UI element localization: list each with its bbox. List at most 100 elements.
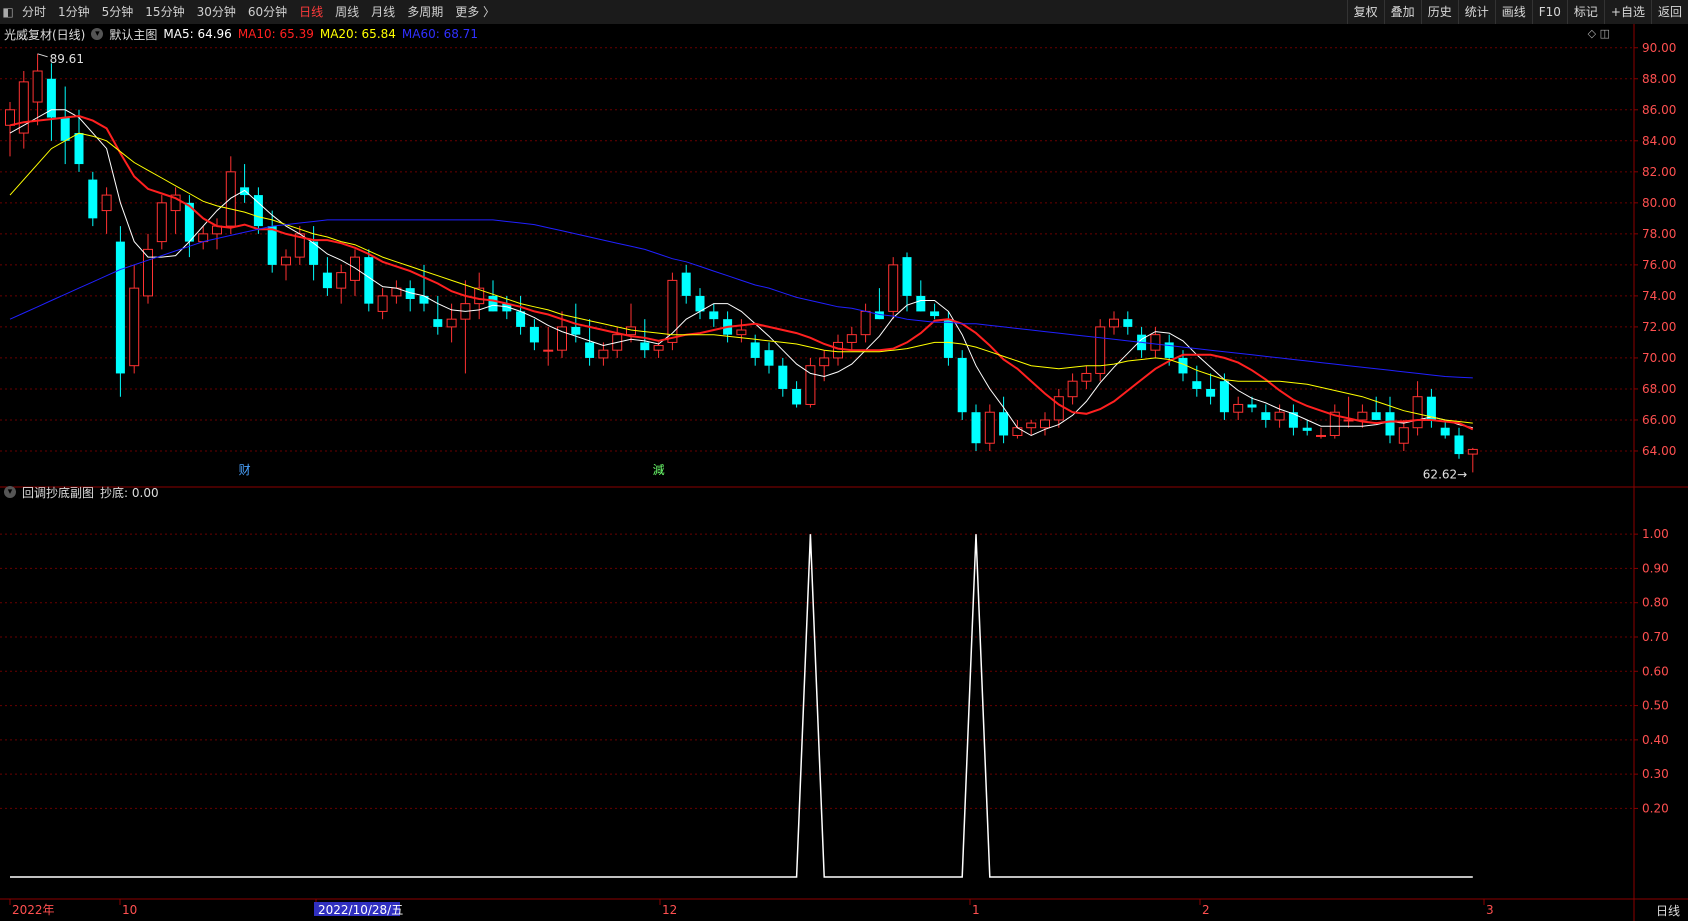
candle-body	[1385, 412, 1395, 436]
toolbar-button[interactable]: 返回	[1650, 0, 1688, 24]
time-axis-label: 12	[662, 903, 677, 917]
candle-body	[1081, 372, 1092, 382]
candle-body	[653, 345, 664, 351]
period-tab[interactable]: 多周期	[401, 0, 449, 24]
time-axis-label: 1	[972, 903, 980, 917]
time-axis-label: 2	[1202, 903, 1210, 917]
period-tab[interactable]: 30分钟	[191, 0, 242, 24]
candle	[88, 171, 98, 227]
sub-indicator-value: 抄底: 0.00	[100, 485, 159, 500]
candle-body	[1026, 422, 1037, 429]
candle-body	[1274, 411, 1285, 421]
candle-body	[971, 412, 981, 444]
template-name[interactable]: 默认主图	[109, 26, 157, 43]
candle-body	[778, 365, 788, 389]
sub-tick-label: 0.40	[1642, 733, 1669, 747]
time-axis-label: 3	[1486, 903, 1494, 917]
candle-body	[1316, 434, 1326, 437]
candle-body	[999, 412, 1009, 436]
candle-body	[792, 388, 802, 405]
period-tab[interactable]: 1分钟	[52, 0, 96, 24]
candle-body	[681, 272, 691, 296]
candle-body	[709, 311, 719, 320]
time-axis-label: 2022年	[12, 903, 55, 917]
candle-body	[281, 256, 291, 266]
candle-body	[516, 311, 526, 327]
main-tick-label: 84.00	[1642, 134, 1676, 148]
period-tab[interactable]: 60分钟	[242, 0, 293, 24]
period-tab[interactable]: 5分钟	[96, 0, 140, 24]
toolbar-button[interactable]: 历史	[1420, 0, 1458, 24]
ma10-value: MA10: 65.39	[237, 27, 314, 41]
main-tick-label: 76.00	[1642, 258, 1676, 272]
period-tab[interactable]: 更多 〉	[449, 0, 501, 24]
main-legend: 光威复材(日线) ▾ 默认主图 MA5: 64.96 MA10: 65.39 M…	[4, 26, 484, 42]
kline-chart[interactable]: 90.00 88.00 86.00 84.00 82.00 80.00 78.00 76.00…	[0, 24, 1688, 921]
period-tab[interactable]: 日线	[293, 0, 329, 24]
period-tab[interactable]: 分时	[16, 0, 52, 24]
toolbar-button[interactable]: +自选	[1603, 0, 1651, 24]
stock-name[interactable]: 光威复材(日线)	[4, 26, 85, 43]
period-tab[interactable]: 15分钟	[139, 0, 190, 24]
candle	[888, 257, 899, 320]
event-marker-finance: 财	[239, 463, 251, 477]
toolbar-buttons: 复权 叠加 历史 统计 画线 F10 标记 +自选 返回	[1346, 0, 1688, 24]
main-tick-label: 70.00	[1642, 351, 1676, 365]
main-tick-label: 88.00	[1642, 72, 1676, 86]
candle-body	[1040, 419, 1050, 429]
candle-body	[143, 248, 153, 297]
main-tick-label: 82.00	[1642, 165, 1676, 179]
toolbar-button[interactable]: 叠加	[1383, 0, 1421, 24]
candle-body	[1233, 403, 1244, 413]
candle-body	[902, 257, 912, 296]
candle-body	[571, 326, 581, 335]
candle-body	[943, 319, 953, 358]
candle-body	[916, 295, 926, 312]
candle-body	[860, 310, 871, 336]
candle-body	[888, 264, 899, 312]
candle-body	[336, 272, 347, 289]
toolbar-button[interactable]: F10	[1531, 0, 1567, 24]
candle-body	[1288, 412, 1298, 428]
candle-body	[1109, 318, 1119, 328]
time-axis-label: 10	[122, 903, 137, 917]
sub-tick-label: 0.20	[1642, 801, 1669, 815]
main-tick-label: 68.00	[1642, 382, 1676, 396]
panel-controls[interactable]: ◇ ◫	[1588, 27, 1610, 40]
period-tabs: ◧ 分时 1分钟 5分钟 15分钟 30分钟 60分钟 日线 周线 月线 多周期 更多 〉	[0, 0, 501, 24]
sub-indicator-name[interactable]: 回调抄底副图	[22, 484, 94, 501]
sub-tick-label: 1.00	[1642, 527, 1669, 541]
candle-body	[1053, 396, 1064, 421]
ma20-value: MA20: 65.84	[319, 27, 396, 41]
toolbar-button[interactable]: 统计	[1457, 0, 1495, 24]
candle-body	[1440, 427, 1450, 436]
period-label: 日线	[1655, 904, 1680, 918]
candle-body	[1302, 427, 1312, 431]
candle-body	[984, 411, 995, 444]
candle-body	[1261, 412, 1271, 420]
candle	[1095, 319, 1106, 382]
candle-body	[1150, 334, 1161, 351]
candle-body	[543, 349, 554, 352]
main-tick-label: 80.00	[1642, 196, 1676, 210]
toolbar-button[interactable]: 复权	[1346, 0, 1384, 24]
candle-body	[750, 342, 760, 358]
candle-body	[1067, 380, 1078, 398]
period-tab[interactable]: 月线	[365, 0, 401, 24]
candle-body	[433, 319, 443, 327]
toolbar-button[interactable]: 画线	[1494, 0, 1532, 24]
toolbar: ◧ 分时 1分钟 5分钟 15分钟 30分钟 60分钟 日线 周线 月线 多周期 更多 〉 复权 叠加…	[0, 0, 1688, 25]
main-tick-label: 64.00	[1642, 444, 1676, 458]
sub-toggle-icon[interactable]: ▾	[4, 486, 16, 498]
period-tab[interactable]: 周线	[329, 0, 365, 24]
template-toggle-icon[interactable]: ▾	[91, 28, 104, 40]
event-marker-reduce: 減	[653, 462, 665, 477]
toolbar-button[interactable]: 标记	[1566, 0, 1604, 24]
time-axis-label: 2022/10/28/五	[318, 903, 403, 917]
candle-body	[60, 117, 70, 141]
menu-corner-icon[interactable]: ◧	[0, 0, 16, 24]
low-price-label: 62.62→	[1423, 467, 1467, 481]
candle-body	[115, 241, 125, 374]
candle-body	[156, 202, 167, 243]
candle-body	[1192, 381, 1202, 389]
